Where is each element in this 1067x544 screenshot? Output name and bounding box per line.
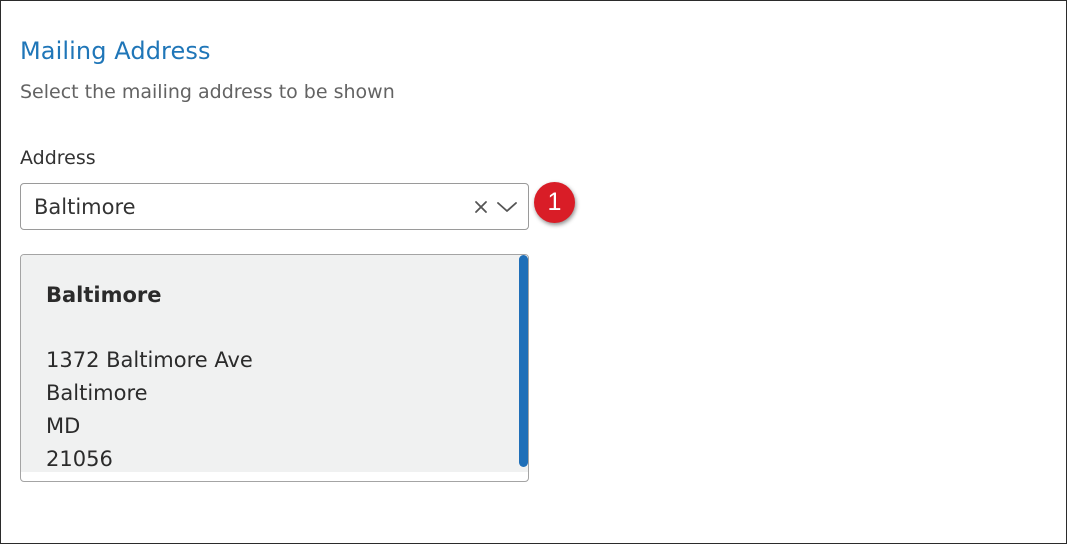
address-select-value: Baltimore bbox=[34, 195, 136, 219]
page-frame: Mailing Address Select the mailing addre… bbox=[0, 0, 1067, 544]
step-number-badge: 1 bbox=[534, 182, 575, 223]
address-zip: 21056 bbox=[46, 447, 113, 471]
address-state: MD bbox=[46, 414, 81, 438]
address-select[interactable]: Baltimore bbox=[20, 183, 529, 230]
section-title: Mailing Address bbox=[20, 37, 211, 65]
address-field-label: Address bbox=[20, 147, 96, 169]
chevron-down-icon[interactable] bbox=[496, 198, 518, 216]
address-card: Baltimore 1372 Baltimore Ave Baltimore M… bbox=[21, 255, 528, 472]
address-street: 1372 Baltimore Ave bbox=[46, 348, 253, 372]
address-preview-panel: Baltimore 1372 Baltimore Ave Baltimore M… bbox=[20, 254, 529, 482]
address-city: Baltimore bbox=[46, 381, 148, 405]
address-name: Baltimore bbox=[46, 283, 162, 307]
close-icon[interactable] bbox=[472, 198, 490, 216]
scrollbar-thumb[interactable] bbox=[519, 255, 528, 467]
section-description: Select the mailing address to be shown bbox=[20, 81, 395, 103]
